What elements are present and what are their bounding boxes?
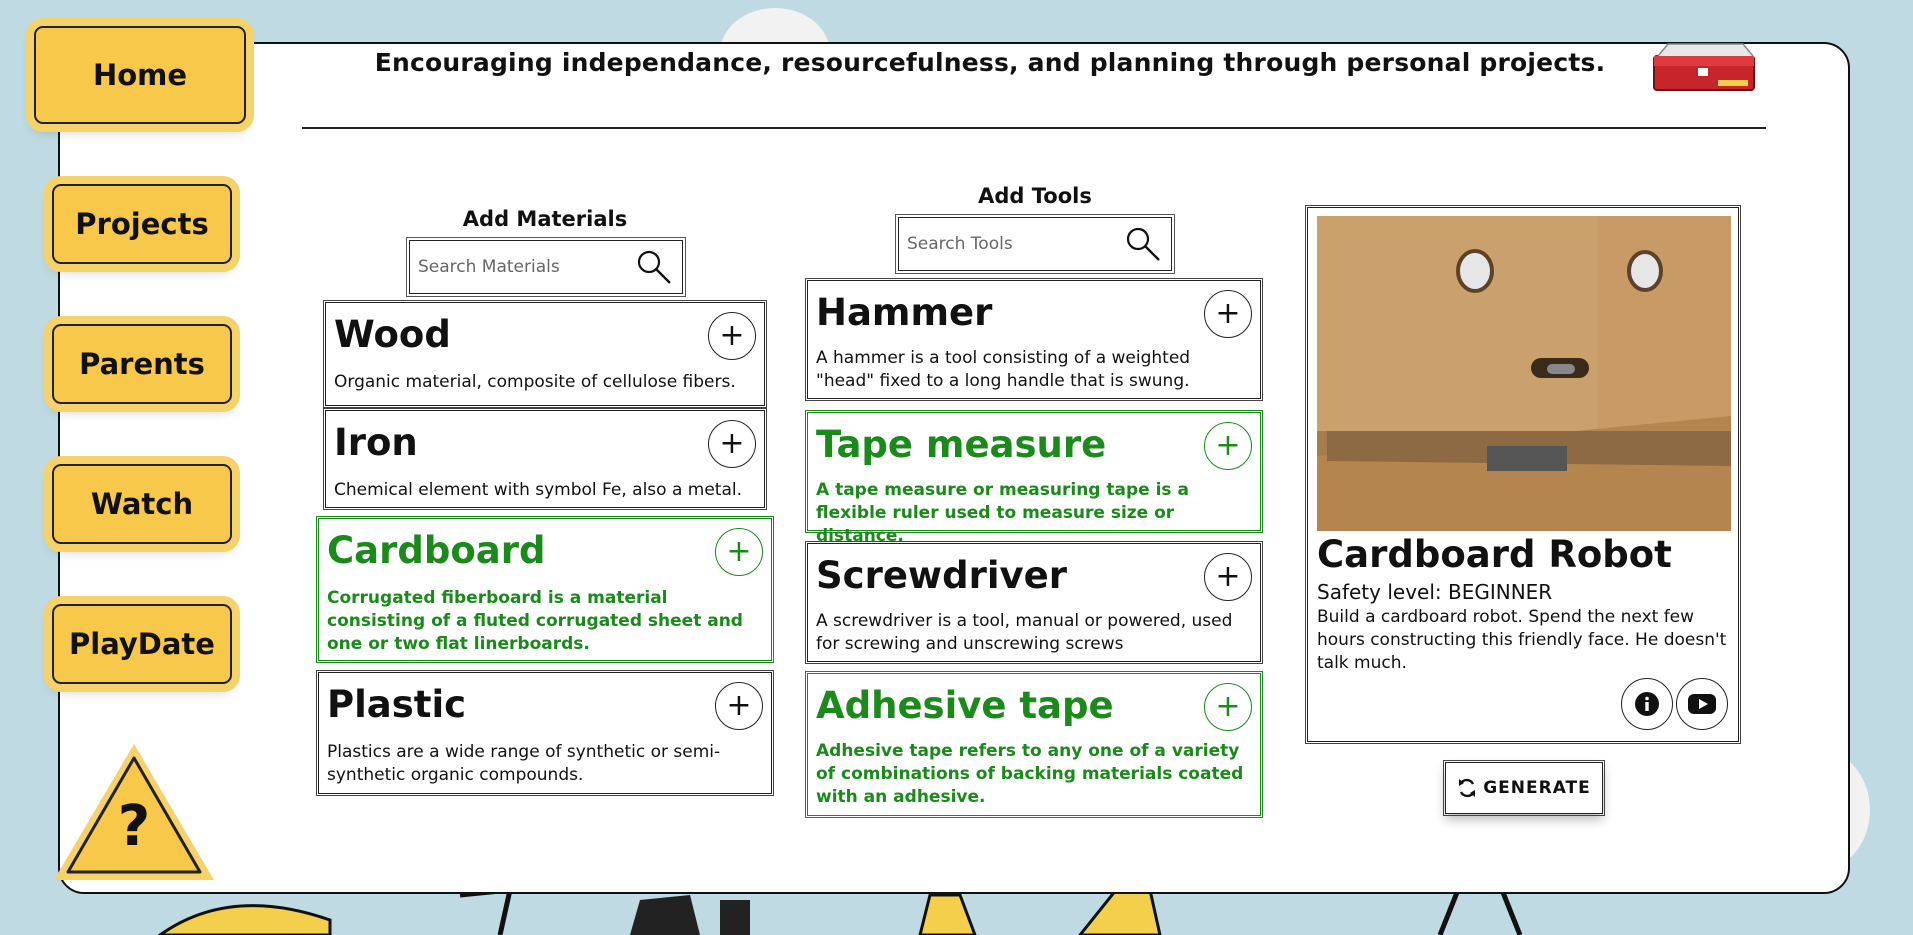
material-card-cardboard: Cardboard + Corrugated fiberboard is a m… (316, 516, 774, 663)
material-name: Wood (334, 313, 451, 356)
add-tool-button[interactable]: + (1204, 290, 1252, 338)
help-question-mark: ? (117, 794, 151, 859)
tool-card-screwdriver: Screwdriver + A screwdriver is a tool, m… (805, 541, 1263, 664)
add-material-button[interactable]: + (708, 312, 756, 360)
tool-description: A hammer is a tool consisting of a weigh… (816, 348, 1191, 391)
tool-name: Hammer (816, 291, 993, 334)
project-safety-level: Safety level: BEGINNER (1317, 580, 1553, 604)
add-material-button[interactable]: + (708, 420, 756, 468)
tool-card-hammer: Hammer + A hammer is a tool consisting o… (805, 278, 1263, 401)
material-description: Organic material, composite of cellulose… (334, 372, 736, 392)
add-tool-button[interactable]: + (1204, 683, 1252, 731)
nav-projects-button[interactable]: Projects (52, 184, 232, 264)
add-tool-button[interactable]: + (1204, 422, 1252, 470)
material-name: Plastic (327, 683, 467, 726)
nav-watch-button[interactable]: Watch (52, 464, 232, 544)
nav-home-button[interactable]: Home (34, 26, 246, 124)
refresh-icon (1459, 778, 1476, 798)
plus-icon: + (726, 688, 752, 723)
generate-label: GENERATE (1483, 778, 1591, 798)
project-description: Build a cardboard robot. Spend the next … (1317, 607, 1727, 673)
project-card: Cardboard Robot Safety level: BEGINNER B… (1305, 205, 1741, 744)
nav-playdate-button[interactable]: PlayDate (52, 604, 232, 684)
project-photo (1317, 216, 1731, 531)
plus-icon: + (1215, 689, 1241, 724)
tool-description: Adhesive tape refers to any one of a var… (816, 741, 1244, 807)
plus-icon: + (1215, 559, 1241, 594)
plus-icon: + (719, 426, 745, 461)
tool-card-tape-measure: Tape measure + A tape measure or measuri… (805, 410, 1263, 546)
tool-name: Screwdriver (816, 554, 1067, 597)
tools-search (895, 214, 1175, 274)
plus-icon: + (719, 318, 745, 353)
youtube-icon (1688, 694, 1716, 714)
project-video-button[interactable] (1676, 678, 1728, 730)
material-card-plastic: Plastic + Plastics are a wide range of s… (316, 670, 774, 796)
add-tool-button[interactable]: + (1204, 553, 1252, 601)
page-tagline: Encouraging independance, resourcefulnes… (374, 48, 1606, 77)
search-icon[interactable] (1123, 224, 1163, 264)
tool-description: A tape measure or measuring tape is a fl… (816, 480, 1189, 546)
plus-icon: + (1215, 428, 1241, 463)
add-material-button[interactable]: + (715, 528, 763, 576)
header-divider (302, 127, 1766, 129)
toolbox-logo (1653, 43, 1755, 91)
search-icon[interactable] (634, 247, 674, 287)
plus-icon: + (1215, 296, 1241, 331)
material-description: Corrugated fiberboard is a material cons… (327, 588, 743, 654)
tools-title: Add Tools (978, 184, 1092, 208)
nav-parents-button[interactable]: Parents (52, 324, 232, 404)
material-card-wood: Wood + Organic material, composite of ce… (323, 300, 767, 408)
info-icon (1635, 692, 1659, 716)
material-description: Chemical element with symbol Fe, also a … (334, 480, 743, 500)
project-info-button[interactable] (1621, 678, 1673, 730)
materials-search (406, 237, 686, 297)
tool-description: A screwdriver is a tool, manual or power… (816, 611, 1233, 654)
tool-name: Tape measure (816, 423, 1107, 466)
material-name: Cardboard (327, 529, 546, 572)
material-name: Iron (334, 421, 418, 464)
project-title: Cardboard Robot (1317, 533, 1672, 576)
generate-button[interactable]: GENERATE (1443, 760, 1605, 816)
materials-title: Add Materials (462, 207, 628, 231)
material-description: Plastics are a wide range of synthetic o… (327, 742, 721, 785)
plus-icon: + (726, 534, 752, 569)
material-card-iron: Iron + Chemical element with symbol Fe, … (323, 408, 767, 510)
tool-name: Adhesive tape (816, 684, 1114, 727)
tool-card-adhesive-tape: Adhesive tape + Adhesive tape refers to … (805, 671, 1263, 818)
add-material-button[interactable]: + (715, 682, 763, 730)
help-button[interactable]: ? (50, 738, 218, 888)
